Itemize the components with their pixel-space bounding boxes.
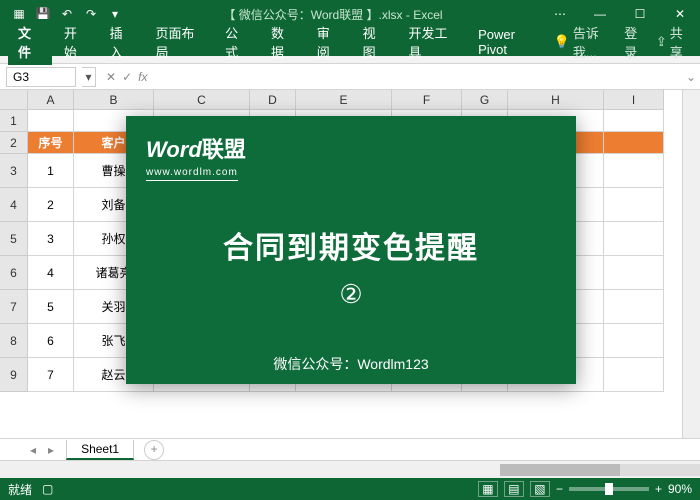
overlay-title: 合同到期变色提醒 — [146, 223, 556, 267]
zoom-out-icon[interactable]: − — [556, 482, 563, 496]
tab-review[interactable]: 审阅 — [307, 19, 351, 65]
bulb-icon: 💡 — [554, 34, 570, 50]
tab-file[interactable]: 文件 — [8, 19, 52, 65]
vertical-scrollbar[interactable] — [682, 90, 700, 438]
col-header-E[interactable]: E — [296, 90, 392, 110]
row-header[interactable]: 9 — [0, 358, 28, 392]
overlay-logo: Word联盟 — [146, 132, 556, 164]
view-break-icon[interactable]: ▧ — [530, 481, 550, 497]
cell[interactable]: 7 — [28, 358, 74, 392]
tab-formulas[interactable]: 公式 — [215, 19, 259, 65]
sheet-nav-next-icon[interactable]: ▸ — [48, 443, 54, 457]
col-header-F[interactable]: F — [392, 90, 462, 110]
col-header-B[interactable]: B — [74, 90, 154, 110]
cell[interactable]: 3 — [28, 222, 74, 256]
col-header-G[interactable]: G — [462, 90, 508, 110]
cell[interactable] — [604, 222, 664, 256]
sheet-tab-bar: ◂ ▸ Sheet1 + — [0, 438, 700, 460]
add-sheet-button[interactable]: + — [144, 440, 164, 460]
row-header[interactable]: 1 — [0, 110, 28, 132]
tell-me-button[interactable]: 💡告诉我... — [554, 23, 617, 61]
cell[interactable]: 6 — [28, 324, 74, 358]
cell[interactable] — [604, 188, 664, 222]
cell[interactable] — [604, 256, 664, 290]
cell[interactable] — [604, 290, 664, 324]
tab-data[interactable]: 数据 — [261, 19, 305, 65]
overlay-url: www.wordlm.com — [146, 167, 238, 181]
formula-bar: G3 ▾ ✕ ✓ fx ⌄ — [0, 64, 700, 90]
tab-developer[interactable]: 开发工具 — [398, 19, 466, 65]
col-header-H[interactable]: H — [508, 90, 604, 110]
zoom-slider[interactable] — [569, 487, 649, 491]
cell[interactable] — [604, 110, 664, 132]
cancel-formula-icon[interactable]: ✕ — [106, 70, 116, 84]
cell[interactable] — [28, 110, 74, 132]
cell[interactable] — [604, 358, 664, 392]
tab-insert[interactable]: 插入 — [100, 19, 144, 65]
col-header-C[interactable]: C — [154, 90, 250, 110]
col-header-I[interactable]: I — [604, 90, 664, 110]
row-header[interactable]: 7 — [0, 290, 28, 324]
share-button[interactable]: ⇪共享 — [656, 23, 692, 61]
status-bar: 就绪 ▢ ▦ ▤ ▧ − + 90% — [0, 478, 700, 500]
formula-expand-icon[interactable]: ⌄ — [682, 70, 700, 84]
zoom-thumb[interactable] — [605, 483, 613, 495]
formula-input[interactable] — [157, 67, 682, 87]
tab-powerpivot[interactable]: Power Pivot — [468, 23, 552, 61]
name-box[interactable]: G3 — [6, 67, 76, 87]
row-header[interactable]: 6 — [0, 256, 28, 290]
cell[interactable]: 2 — [28, 188, 74, 222]
status-ready: 就绪 — [8, 481, 32, 498]
cell[interactable] — [604, 324, 664, 358]
column-headers: ABCDEFGHI — [28, 90, 664, 110]
row-header[interactable]: 3 — [0, 154, 28, 188]
sheet-tab-1[interactable]: Sheet1 — [66, 440, 134, 460]
cell[interactable] — [604, 132, 664, 154]
tab-layout[interactable]: 页面布局 — [145, 19, 213, 65]
row-header[interactable]: 2 — [0, 132, 28, 154]
view-page-icon[interactable]: ▤ — [504, 481, 524, 497]
horizontal-scrollbar[interactable] — [0, 460, 700, 478]
sheet-nav-prev-icon[interactable]: ◂ — [30, 443, 36, 457]
col-header-A[interactable]: A — [28, 90, 74, 110]
overlay-footer: 微信公众号：Wordlm123 — [146, 354, 556, 374]
tab-home[interactable]: 开始 — [54, 19, 98, 65]
name-box-dropdown-icon[interactable]: ▾ — [82, 67, 96, 87]
zoom-level[interactable]: 90% — [668, 482, 692, 496]
view-normal-icon[interactable]: ▦ — [478, 481, 498, 497]
row-header[interactable]: 5 — [0, 222, 28, 256]
select-all-corner[interactable] — [0, 90, 28, 110]
zoom-in-icon[interactable]: + — [655, 482, 662, 496]
ribbon-tabs: 文件 开始 插入 页面布局 公式 数据 审阅 视图 开发工具 Power Piv… — [0, 28, 700, 56]
col-header-D[interactable]: D — [250, 90, 296, 110]
cell[interactable]: 序号 — [28, 132, 74, 154]
row-header[interactable]: 4 — [0, 188, 28, 222]
cell[interactable]: 4 — [28, 256, 74, 290]
cell[interactable] — [604, 154, 664, 188]
accept-formula-icon[interactable]: ✓ — [122, 70, 132, 84]
overlay-number: ② — [146, 279, 556, 310]
cell[interactable]: 5 — [28, 290, 74, 324]
signin-button[interactable]: 登录 — [624, 23, 648, 61]
row-headers: 123456789 — [0, 110, 28, 438]
tab-view[interactable]: 视图 — [353, 19, 397, 65]
fx-icon[interactable]: fx — [138, 70, 147, 84]
row-header[interactable]: 8 — [0, 324, 28, 358]
overlay-card: Word联盟 www.wordlm.com 合同到期变色提醒 ② 微信公众号：W… — [126, 116, 576, 384]
cell[interactable]: 1 — [28, 154, 74, 188]
share-icon: ⇪ — [656, 34, 667, 50]
macro-record-icon[interactable]: ▢ — [42, 482, 53, 496]
